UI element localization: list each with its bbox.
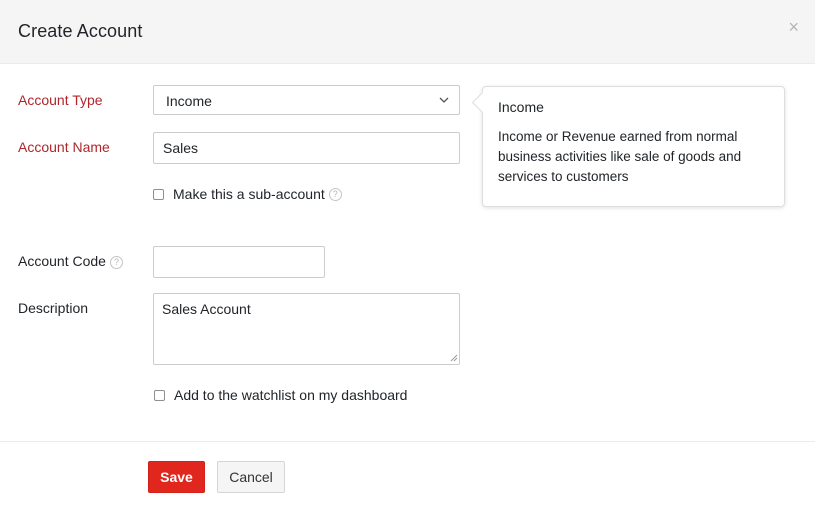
account-code-label-text: Account Code [18,253,106,269]
sub-account-row[interactable]: Make this a sub-account ? [153,186,342,202]
cancel-button[interactable]: Cancel [217,461,285,493]
save-button[interactable]: Save [148,461,205,493]
dialog-title: Create Account [18,21,143,41]
help-icon[interactable]: ? [328,187,342,201]
dialog-header: Create Account × [0,0,815,64]
tooltip-title: Income [498,99,544,115]
resize-grip-icon[interactable] [450,354,458,362]
description-label: Description [18,300,89,316]
footer-divider [0,441,815,442]
tooltip-arrow [471,91,494,114]
account-code-input[interactable] [153,246,325,278]
sub-account-checkbox[interactable] [153,188,164,200]
chevron-down-icon [439,97,449,103]
account-type-value: Income [166,93,212,109]
tooltip-body: Income or Revenue earned from normal bus… [498,129,742,184]
sub-account-label: Make this a sub-account [173,186,325,202]
watchlist-checkbox[interactable] [154,389,165,401]
account-type-select[interactable]: Income [153,85,460,115]
description-textarea[interactable]: Sales Account [153,293,460,365]
account-name-label: Account Name [18,139,110,155]
account-name-input[interactable] [153,132,460,164]
help-icon[interactable]: ? [109,256,123,269]
watchlist-row[interactable]: Add to the watchlist on my dashboard [154,387,407,403]
account-code-label: Account Code? [18,253,123,269]
close-icon[interactable]: × [788,18,799,36]
watchlist-label: Add to the watchlist on my dashboard [174,387,408,403]
account-type-tooltip: Income Income or Revenue earned from nor… [471,86,785,207]
account-type-label: Account Type [18,92,103,108]
